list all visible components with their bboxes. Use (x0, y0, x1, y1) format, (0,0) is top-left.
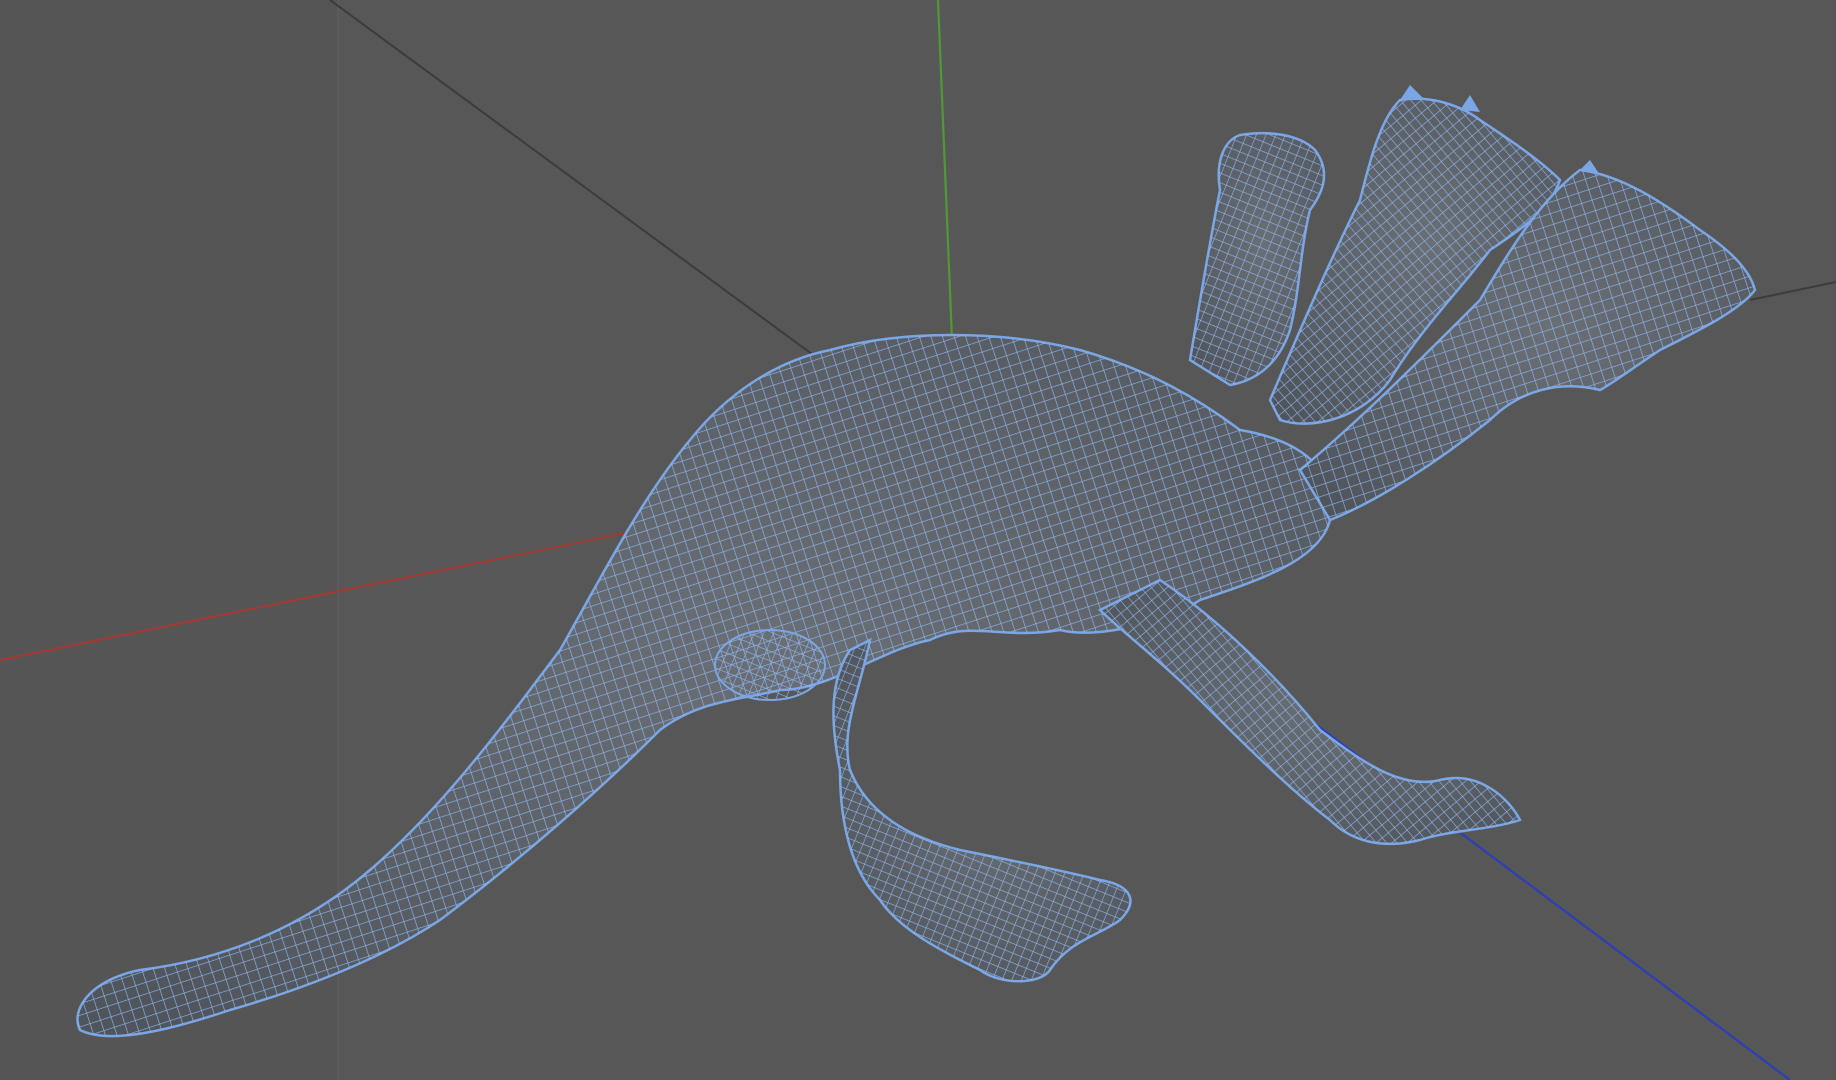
mesh-hind-leg-wire (833, 640, 1131, 982)
viewport-panel-shade (0, 0, 338, 1080)
mesh-haunch (714, 629, 826, 701)
viewport-canvas[interactable] (0, 0, 1836, 1080)
3d-viewport[interactable] (0, 0, 1836, 1080)
grid-line (329, 0, 821, 361)
grid-line (1749, 281, 1836, 301)
y-axis-line (936, 0, 954, 341)
